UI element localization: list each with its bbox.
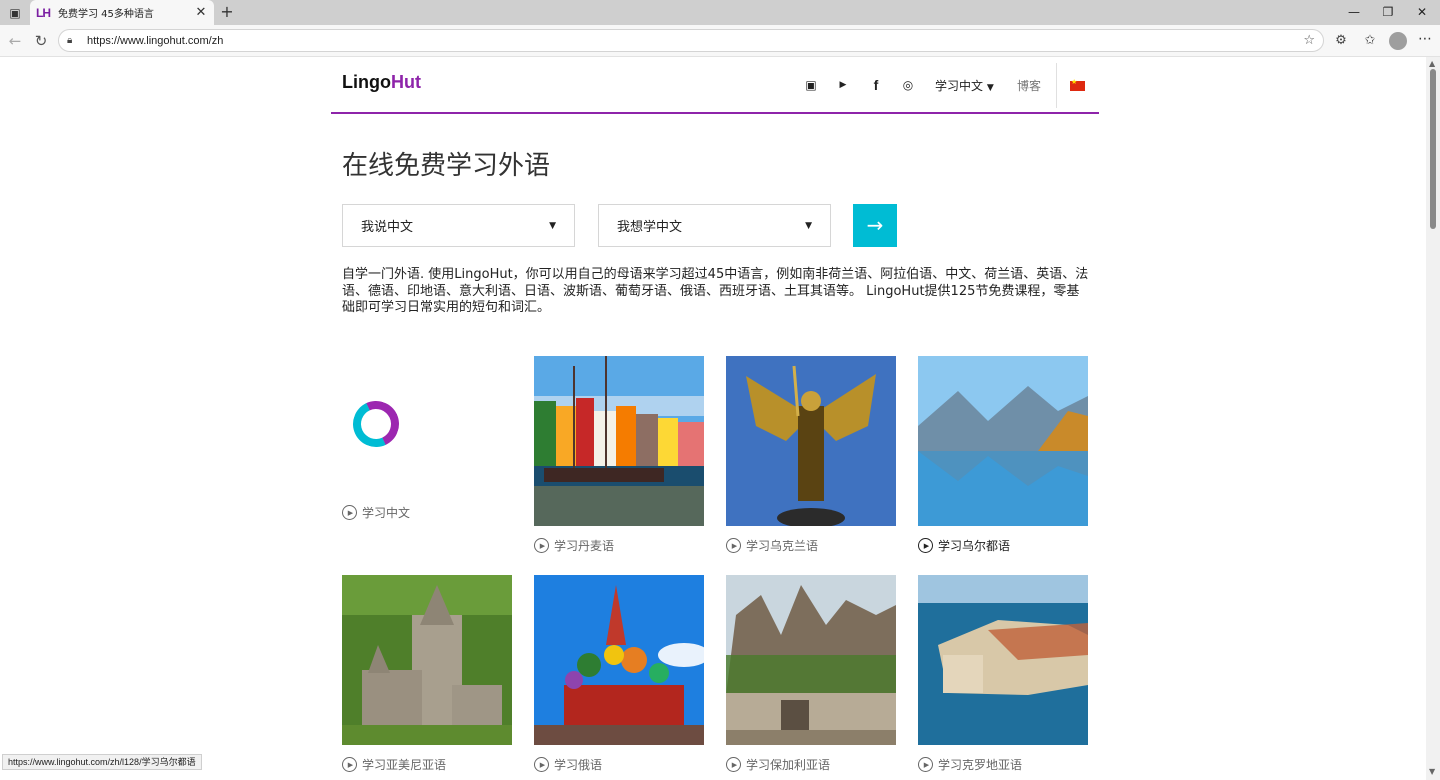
copenhagen-harbor-image [534,356,704,526]
profile-avatar[interactable] [1389,32,1407,50]
mountain-lake-image [918,356,1088,526]
card-caption[interactable]: ▶ 学习克罗地亚语 [918,756,1088,773]
extensions-icon[interactable]: ⚙ [1331,31,1351,51]
new-tab-button[interactable]: + [218,2,236,22]
url-text[interactable]: https://www.lingohut.com/zh [87,35,1303,47]
back-icon[interactable]: ← [5,31,25,51]
scroll-down-icon[interactable]: ▼ [1429,767,1435,776]
card-label: 学习丹麦语 [554,539,615,553]
play-icon: ▶ [918,757,933,772]
card-image-dubrovnik[interactable] [918,575,1088,745]
card-image-lake[interactable] [918,356,1088,526]
favorite-star-icon[interactable]: ☆ [1303,33,1315,48]
language-card[interactable]: ▶ 学习俄语 [534,575,704,773]
favicon: LH [36,5,51,20]
card-caption[interactable]: ▶ 学习俄语 [534,756,704,773]
card-image-st-basil[interactable] [534,575,704,745]
learn-select-value: 我想学中文 [617,220,683,235]
logo-hut: Hut [390,72,421,92]
play-icon: ▶ [342,757,357,772]
page-title: 在线免费学习外语 [342,151,551,181]
minimize-icon[interactable]: — [1344,4,1364,21]
card-label: 学习保加利亚语 [746,758,831,772]
st-basils-cathedral-image [534,575,704,745]
logo-lingo: Lingo [342,72,391,92]
video-icon[interactable]: ▣ [803,77,819,93]
play-icon: ▶ [918,538,933,553]
browser-tab[interactable]: LH 免费学习 45多种语言 ✕ [30,0,214,25]
youtube-icon[interactable]: ▶ [835,77,851,93]
language-card[interactable]: ▶ 学习丹麦语 [534,356,704,554]
play-icon: ▶ [726,757,741,772]
tab-title: 免费学习 45多种语言 [58,9,154,20]
language-card[interactable]: ▶ 学习克罗地亚语 [918,575,1088,773]
site-header: LingoHut ▣ ▶ f ◎ 学习中文 ▼ 博客 [331,57,1099,114]
card-image-copenhagen[interactable] [534,356,704,526]
play-icon: ▶ [534,538,549,553]
language-menu[interactable]: 学习中文 ▼ [935,77,994,94]
card-label: 学习乌克兰语 [746,539,819,553]
lock-icon[interactable]: 🔒︎ [67,35,83,46]
play-icon: ▶ [534,757,549,772]
scroll-up-icon[interactable]: ▲ [1429,59,1435,68]
loading-spinner-icon [346,394,406,454]
page-viewport: LingoHut ▣ ▶ f ◎ 学习中文 ▼ 博客 在线免费学习外语 我说中文… [0,57,1426,780]
speak-language-select[interactable]: 我说中文 ▼ [342,204,575,247]
card-label: 学习亚美尼亚语 [362,758,447,772]
browser-toolbar: ← ↻ 🔒︎ https://www.lingohut.com/zh ☆ ⚙ ✩… [0,25,1440,57]
loading-placeholder [342,356,512,526]
language-menu-label: 学习中文 [935,79,984,93]
card-caption[interactable]: ▶ 学习丹麦语 [534,537,704,554]
site-logo[interactable]: LingoHut [342,72,421,93]
restore-icon[interactable]: ❐ [1378,4,1398,21]
language-card[interactable]: ▶ 学习乌尔都语 [918,356,1088,554]
tab-actions-icon[interactable]: ▣ [6,4,24,21]
card-caption[interactable]: ▶ 学习亚美尼亚语 [342,756,512,773]
armenian-monastery-image [342,575,512,745]
belogradchik-fortress-image [726,575,896,745]
intro-text: 自学一门外语. 使用LingoHut，你可以用自己的母语来学习超过45中语言，例… [342,267,1089,315]
blog-link[interactable]: 博客 [1017,77,1041,94]
play-icon: ▶ [726,538,741,553]
card-caption[interactable]: ▶ 学习乌尔都语 [918,537,1088,554]
learn-language-select[interactable]: 我想学中文 ▼ [598,204,831,247]
card-caption[interactable]: ▶ 学习保加利亚语 [726,756,896,773]
language-card[interactable]: ▶ 学习中文 [342,356,512,521]
link-status-bar: https://www.lingohut.com/zh/l128/学习乌尔都语 [2,754,202,770]
reload-icon[interactable]: ↻ [31,31,51,51]
instagram-icon[interactable]: ◎ [900,77,916,93]
page-scrollbar[interactable]: ▲ ▼ [1426,57,1440,780]
go-arrow-button[interactable]: → [853,204,897,247]
dubrovnik-coast-image [918,575,1088,745]
card-image-monastery[interactable] [342,575,512,745]
language-card[interactable]: ▶ 学习乌克兰语 [726,356,896,554]
dropdown-caret-icon: ▼ [549,220,556,231]
language-card[interactable]: ▶ 学习亚美尼亚语 [342,575,512,773]
china-flag-icon[interactable] [1070,78,1085,91]
card-image-belogradchik[interactable] [726,575,896,745]
header-divider [1056,63,1057,108]
close-tab-icon[interactable]: ✕ [194,5,208,20]
favorites-icon[interactable]: ✩ [1360,31,1380,51]
card-image-archangel[interactable] [726,356,896,526]
more-menu-icon[interactable]: ⋯ [1418,31,1432,47]
facebook-icon[interactable]: f [868,77,884,93]
browser-tab-bar: ▣ LH 免费学习 45多种语言 ✕ + — ❐ ✕ [0,0,1440,25]
card-label: 学习乌尔都语 [938,539,1011,553]
dropdown-caret-icon: ▼ [805,220,812,231]
language-card[interactable]: ▶ 学习保加利亚语 [726,575,896,773]
card-caption[interactable]: ▶ 学习乌克兰语 [726,537,896,554]
archangel-statue-image [726,356,896,526]
address-bar[interactable]: 🔒︎ https://www.lingohut.com/zh ☆ [58,29,1324,52]
scrollbar-thumb[interactable] [1430,69,1436,229]
chevron-down-icon: ▼ [986,83,994,93]
card-label: 学习克罗地亚语 [938,758,1023,772]
card-label: 学习俄语 [554,758,603,772]
window-close-icon[interactable]: ✕ [1412,4,1432,21]
speak-select-value: 我说中文 [361,220,414,235]
